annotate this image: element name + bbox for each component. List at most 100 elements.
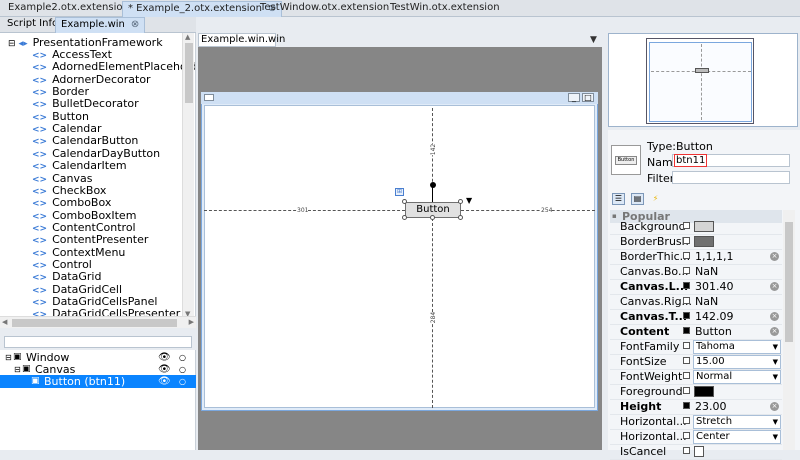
chevron-down-icon[interactable]: ▼ (773, 341, 778, 353)
toolbox-item[interactable]: <> Border (32, 86, 89, 99)
property-row[interactable]: Content Button × (610, 324, 782, 340)
resize-handle-bottom-left[interactable] (402, 215, 407, 220)
designer-menu-icon[interactable]: ▼ (590, 35, 597, 45)
color-swatch[interactable] (694, 236, 714, 247)
toolbox-item[interactable]: <> ContentPresenter (32, 234, 148, 247)
toolbox-item[interactable]: <> AccessText (32, 49, 112, 62)
toolbox-item[interactable]: <> ContentControl (32, 221, 136, 234)
reset-icon[interactable]: × (770, 252, 779, 261)
property-row[interactable]: BorderBrush (610, 234, 782, 250)
property-marker-icon[interactable] (683, 267, 690, 274)
property-value[interactable]: NaN (695, 295, 718, 308)
scroll-thumb[interactable] (785, 222, 793, 342)
tab-script-info[interactable]: Script Info (2, 17, 63, 33)
properties-scrollbar[interactable] (783, 210, 795, 450)
property-marker-icon[interactable] (683, 417, 690, 424)
property-marker-icon[interactable] (683, 327, 690, 334)
scroll-left-icon[interactable]: ◀ (2, 318, 7, 326)
property-marker-icon[interactable] (683, 387, 690, 394)
toolbox-vertical-scrollbar[interactable]: ▲ ▼ (182, 33, 194, 318)
toolbox-item[interactable]: <> DataGrid (32, 271, 101, 284)
chevron-down-icon[interactable]: ▼ (773, 431, 778, 443)
property-dropdown[interactable]: 15.00 ▼ (693, 355, 781, 369)
resize-handle-bottom[interactable] (430, 215, 435, 220)
property-row[interactable]: FontWeight Normal ▼ (610, 369, 782, 385)
filter-input[interactable] (672, 171, 790, 184)
visibility-eye-icon[interactable]: 👁 (158, 375, 171, 388)
reset-icon[interactable]: × (770, 282, 779, 291)
toolbox-item[interactable]: <> Canvas (32, 172, 92, 185)
color-swatch[interactable] (694, 386, 714, 397)
toolbox-item[interactable]: <> ContextMenu (32, 246, 125, 259)
toolbox-item[interactable]: <> BulletDecorator (32, 98, 139, 111)
toolbox-item[interactable]: <> Calendar (32, 123, 102, 136)
chevron-down-icon[interactable]: ▼ (773, 356, 778, 368)
property-marker-icon[interactable] (683, 237, 690, 244)
designer-tab[interactable]: Example.win.win (198, 33, 285, 47)
lightning-icon[interactable]: ⚡ (649, 193, 662, 205)
resize-handle-top-right[interactable] (458, 199, 463, 204)
events-view-icon[interactable]: ▤ (631, 193, 644, 205)
toolbox-item[interactable]: <> DataGridCellsPanel (32, 296, 157, 309)
property-row[interactable]: Canvas.Rig... NaN (610, 294, 782, 310)
property-marker-icon[interactable] (683, 342, 690, 349)
toolbox-horizontal-scrollbar[interactable]: ◀ ▶ (0, 316, 196, 328)
property-row[interactable]: Canvas.T... 142.09 × (610, 309, 782, 325)
property-row[interactable]: Foreground (610, 384, 782, 400)
property-value[interactable]: 1,1,1,1 (695, 250, 733, 263)
close-icon[interactable]: ⊗ (131, 19, 139, 30)
window-client-area[interactable] (204, 105, 595, 408)
rotate-handle[interactable] (430, 182, 436, 188)
reset-icon[interactable]: × (770, 312, 779, 321)
property-marker-icon[interactable] (683, 252, 690, 259)
color-swatch[interactable] (694, 221, 714, 232)
chevron-down-icon[interactable]: ▼ (773, 416, 778, 428)
toolbox-item[interactable]: <> AdornedElementPlaceholder (32, 61, 195, 74)
reset-icon[interactable]: × (770, 327, 779, 336)
tab-example-win[interactable]: Example.win ⊗ (55, 17, 146, 33)
smart-tag-icon[interactable]: ⊞ (395, 188, 404, 196)
property-marker-icon[interactable] (683, 432, 690, 439)
property-marker-icon[interactable] (683, 222, 690, 229)
property-dropdown[interactable]: Normal ▼ (693, 370, 781, 384)
property-marker-icon[interactable] (683, 297, 690, 304)
resize-handle-bottom-right[interactable] (458, 215, 463, 220)
scroll-right-icon[interactable]: ▶ (189, 318, 194, 326)
scroll-up-icon[interactable]: ▲ (185, 33, 190, 41)
property-checkbox[interactable] (694, 446, 704, 457)
doc-tab[interactable]: Example2.otx.extension (3, 1, 134, 17)
property-marker-icon[interactable] (683, 312, 690, 319)
categorized-view-icon[interactable]: ☰ (612, 193, 625, 205)
outline-filter-input[interactable] (4, 336, 192, 348)
reset-icon[interactable]: × (770, 402, 779, 411)
toolbox-item[interactable]: <> Button (32, 110, 89, 123)
chevron-down-icon[interactable]: ▼ (773, 371, 778, 383)
property-value[interactable]: 23.00 (695, 400, 727, 413)
property-marker-icon[interactable] (683, 402, 690, 409)
property-value[interactable]: 301.40 (695, 280, 734, 293)
property-value[interactable]: 142.09 (695, 310, 734, 323)
lock-toggle-icon[interactable]: ○ (179, 375, 186, 388)
doc-tab[interactable]: TestWin.otx.extension (385, 1, 505, 17)
toolbox-item[interactable]: <> ComboBox (32, 197, 111, 210)
toolbox-item[interactable]: <> DataGridCell (32, 283, 122, 296)
scroll-thumb[interactable] (185, 43, 193, 103)
property-row[interactable]: Canvas.Bo... NaN (610, 264, 782, 280)
property-row[interactable]: FontSize 15.00 ▼ (610, 354, 782, 370)
toolbox-item[interactable]: <> CheckBox (32, 184, 106, 197)
property-dropdown[interactable]: Center ▼ (693, 430, 781, 444)
property-marker-icon[interactable] (683, 447, 690, 454)
property-marker-icon[interactable] (683, 357, 690, 364)
property-row[interactable]: Background (610, 219, 782, 235)
designer-minimap[interactable] (608, 33, 798, 127)
property-row[interactable]: Horizontal... Stretch ▼ (610, 414, 782, 430)
name-input[interactable]: btn11 (672, 154, 790, 167)
property-value[interactable]: NaN (695, 265, 718, 278)
options-arrow-icon[interactable]: ▼ (466, 196, 472, 205)
collapse-icon[interactable]: ⊟ (8, 39, 16, 49)
toolbox-item[interactable]: <> Control (32, 258, 92, 271)
outline-row[interactable]: ▣ Button (btn11) 👁 ○ (0, 375, 196, 388)
property-row[interactable]: BorderThic... 1,1,1,1 × (610, 249, 782, 265)
toolbox-item[interactable]: <> CalendarButton (32, 135, 138, 148)
property-dropdown[interactable]: Stretch ▼ (693, 415, 781, 429)
